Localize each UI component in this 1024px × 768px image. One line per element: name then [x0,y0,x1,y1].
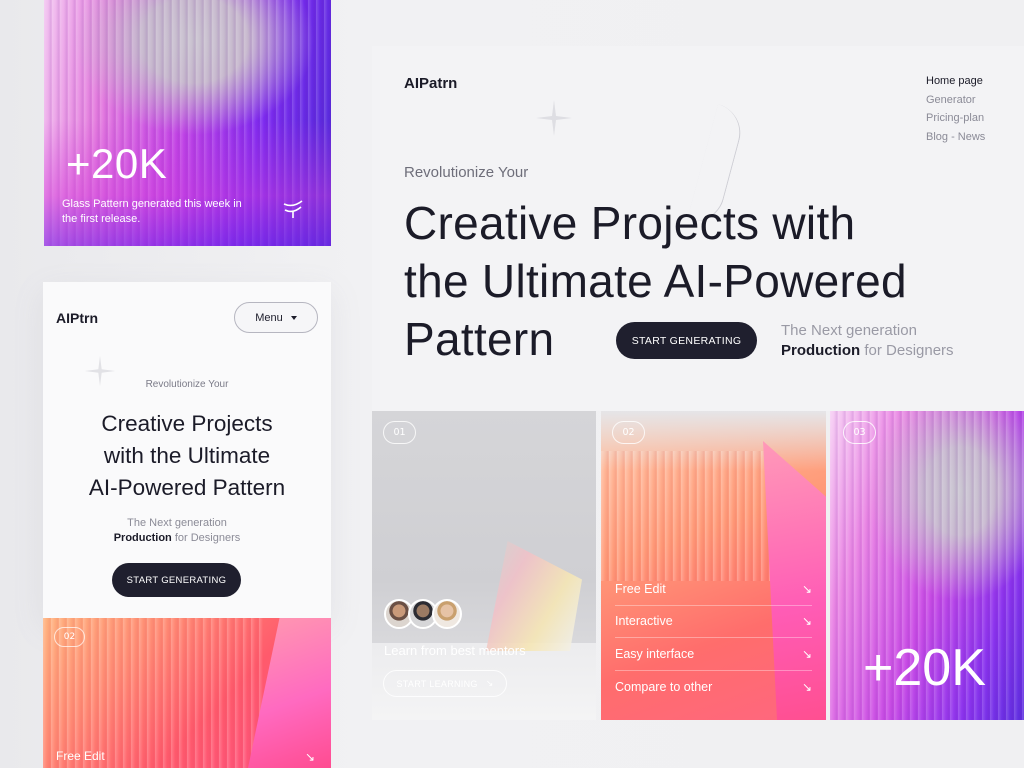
feature-item-free-edit[interactable]: Free Edit ↘ [615,573,812,606]
feature-item-label: Compare to other [615,679,713,694]
stat-card-right: 03 +20K [830,411,1024,720]
arrow-down-right-icon: ↘ [801,679,812,694]
mobile-headline-line-2: with the Ultimate [103,443,271,468]
desktop-brand-logo[interactable]: AIPatrn [404,75,457,92]
menu-button-label: Menu [255,311,283,324]
arrow-down-right-icon[interactable]: ↘ [305,750,315,764]
mobile-subtitle-rest: for Designers [174,532,241,544]
feature-label[interactable]: Free Edit [56,749,105,763]
nav-link-pricing[interactable]: Pricing-plan [926,109,985,128]
desktop-eyebrow: Revolutionize Your [404,164,529,181]
feature-item-label: Interactive [615,614,673,629]
desktop-subtitle-rest: for Designers [864,342,954,359]
desktop-nav: Home page Generator Pricing-plan Blog - … [926,72,985,147]
start-learning-button[interactable]: START LEARNING ↘ [383,670,507,697]
mentor-title: Learn from best mentors [384,643,526,658]
mobile-landing-card: AIPtrn Menu Revolutionize Your Creative … [43,282,331,618]
start-learning-label: START LEARNING [396,678,478,689]
mobile-headline: Creative Projects with the Ultimate AI-P… [57,408,317,504]
arrow-down-right-icon: ↘ [801,614,812,629]
feature-list: Free Edit ↘ Interactive ↘ Easy interface… [615,573,812,703]
feature-item-easy-interface[interactable]: Easy interface ↘ [615,638,812,671]
arrow-down-right-icon: ↘ [485,678,494,688]
mobile-menu-button[interactable]: Menu [234,302,318,333]
nav-link-generator[interactable]: Generator [926,91,985,110]
arrow-down-right-icon: ↘ [801,581,812,596]
feature-item-label: Easy interface [615,646,695,661]
caret-down-icon [290,315,297,320]
feature-item-label: Free Edit [615,581,666,596]
desktop-headline-line-2: the Ultimate AI-Powered [404,255,907,307]
mobile-headline-line-3: AI-Powered Pattern [88,475,286,500]
desktop-subtitle-line-1: The Next generation [781,322,917,339]
mobile-subtitle-bold: Production [113,532,172,544]
stat-value: +20K [66,140,168,187]
desktop-headline-line-1: Creative Projects with [404,197,856,249]
feature-item-compare[interactable]: Compare to other ↘ [615,671,812,704]
card-number-badge: 02 [612,421,645,444]
mentor-card: 01 Learn from best mentors START LEARNIN… [372,411,596,720]
mobile-brand-logo[interactable]: AIPtrn [56,310,98,326]
sparkle-icon [536,100,572,136]
iridescent-prism-image [486,541,582,651]
mentor-avatar [432,599,462,629]
desktop-subtitle-line-2: Production for Designers [781,342,954,359]
glass-pattern-stat-card: +20K Glass Pattern generated this week i… [44,0,331,246]
card-number-badge: 01 [383,421,416,444]
feature-item-interactive[interactable]: Interactive ↘ [615,606,812,638]
arrow-down-right-icon: ↘ [801,646,812,661]
stat-caption: Glass Pattern generated this week in the… [62,198,242,225]
brand-logo-icon [283,200,303,218]
desktop-hero-card: AIPatrn Home page Generator Pricing-plan… [372,46,1024,411]
stat-value: +20K [863,639,986,697]
card-number-badge: 02 [54,627,85,647]
mobile-feature-card: 02 Free Edit ↘ [43,618,331,768]
desktop-subtitle-bold: Production [781,342,861,359]
mobile-headline-line-1: Creative Projects [101,411,273,436]
glass-stripes-texture [601,451,771,581]
desktop-headline-line-3: Pattern [404,313,555,365]
mobile-subtitle-line-1: The Next generation [127,517,227,529]
nav-link-home[interactable]: Home page [926,72,985,91]
nav-link-blog[interactable]: Blog - News [926,128,985,147]
features-card: 02 Free Edit ↘ Interactive ↘ Easy interf… [601,411,826,720]
desktop-start-generating-button[interactable]: START GENERATING [616,322,757,359]
mobile-start-generating-button[interactable]: START GENERATING [112,563,241,597]
mobile-eyebrow: Revolutionize Your [145,379,229,390]
card-number-badge: 03 [843,421,876,444]
mobile-subtitle-line-2: Production for Designers [43,532,311,544]
